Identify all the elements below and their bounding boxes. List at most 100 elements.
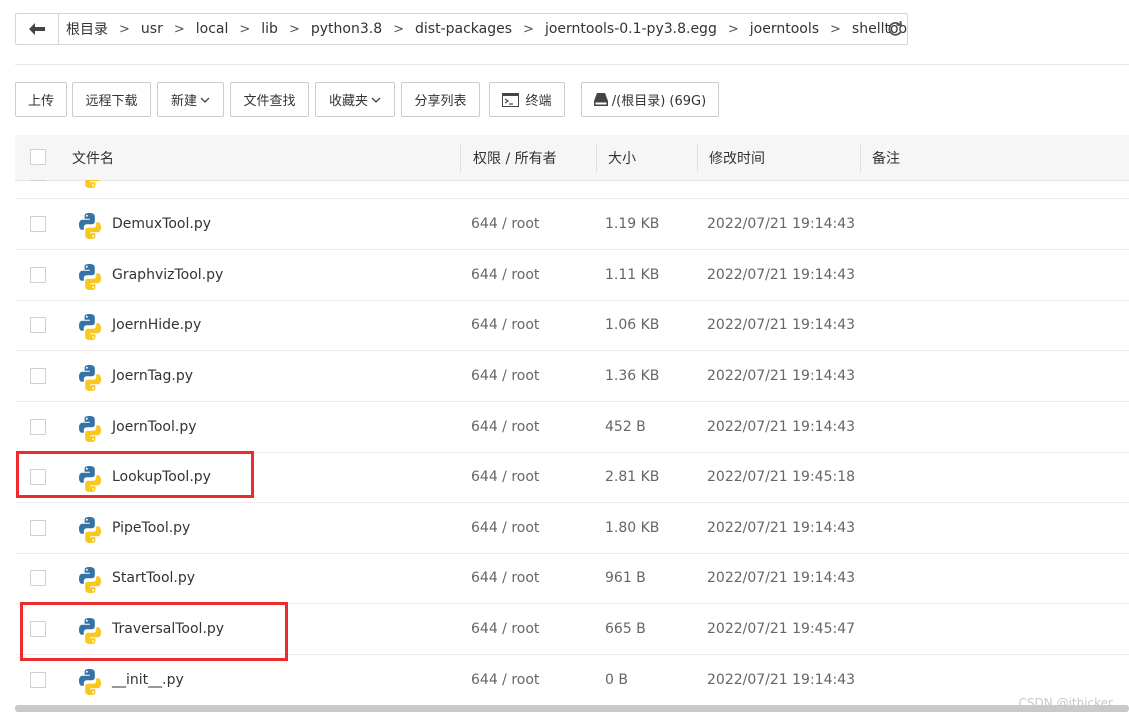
file-size: 1.80 KB	[605, 520, 660, 536]
column-header-name[interactable]: 文件名	[72, 135, 114, 180]
file-search-label: 文件查找	[243, 94, 296, 109]
file-name[interactable]: PipeTool.py	[112, 503, 190, 553]
row-checkbox[interactable]	[30, 216, 46, 232]
terminal-icon	[502, 92, 520, 107]
row-checkbox[interactable]	[30, 520, 46, 536]
row-checkbox[interactable]	[30, 469, 46, 485]
row-checkbox[interactable]	[30, 419, 46, 435]
breadcrumb-item-egg[interactable]: joerntools-0.1-py3.8.egg	[545, 21, 717, 37]
chevron-down-icon	[371, 97, 381, 103]
file-list: DemuxTool.py 644 / root 1.19 KB 2022/07/…	[15, 180, 1129, 705]
file-permission[interactable]: 644 / root	[471, 604, 539, 654]
breadcrumb-item-joerntools[interactable]: joerntools	[750, 21, 819, 37]
file-size: 961 B	[605, 570, 646, 586]
file-permission[interactable]: 644 / root	[471, 300, 539, 350]
file-permission[interactable]: 644 / root	[471, 250, 539, 300]
python-file-icon	[75, 616, 105, 646]
row-checkbox[interactable]	[30, 267, 46, 283]
disk-label: /(根目录) (69G)	[611, 94, 707, 109]
file-modified-time: 2022/07/21 19:14:43	[707, 317, 856, 333]
column-header-modified-time[interactable]: 修改时间	[709, 135, 765, 180]
breadcrumb-item-root[interactable]: 根目录	[66, 19, 108, 39]
breadcrumb-item-dist-packages[interactable]: dist-packages	[415, 21, 512, 37]
file-permission[interactable]: 644 / root	[471, 553, 539, 603]
horizontal-scrollbar[interactable]	[15, 705, 1129, 712]
chevron-right-icon: >	[393, 21, 405, 37]
file-name[interactable]: DemuxTool.py	[112, 199, 211, 249]
table-row[interactable]: JoernTool.py 644 / root 452 B 2022/07/21…	[15, 402, 1129, 453]
table-row[interactable]: JoernTag.py 644 / root 1.36 KB 2022/07/2…	[15, 351, 1129, 402]
favorites-button[interactable]: 收藏夹	[315, 82, 395, 117]
file-permission[interactable]: 644 / root	[471, 655, 539, 705]
file-name[interactable]: JoernHide.py	[112, 300, 201, 350]
table-row[interactable]: __init__.py 644 / root 0 B 2022/07/21 19…	[15, 655, 1129, 705]
chevron-right-icon: >	[830, 21, 841, 37]
breadcrumb-item-usr[interactable]: usr	[141, 21, 163, 37]
watermark: CSDN @ithicker	[1018, 696, 1113, 710]
breadcrumb-item-local[interactable]: local	[196, 21, 229, 37]
python-file-icon	[75, 363, 105, 393]
select-all-checkbox[interactable]	[30, 149, 46, 165]
upload-button[interactable]: 上传	[15, 82, 67, 117]
chevron-right-icon: >	[239, 21, 251, 37]
row-checkbox[interactable]	[30, 368, 46, 384]
file-name[interactable]: LookupTool.py	[112, 452, 211, 502]
file-name[interactable]: TraversalTool.py	[112, 604, 224, 654]
file-size: 452 B	[605, 419, 646, 435]
new-button[interactable]: 新建	[157, 82, 224, 117]
table-row[interactable]: TraversalTool.py 644 / root 665 B 2022/0…	[15, 604, 1129, 655]
table-row[interactable]: DemuxTool.py 644 / root 1.19 KB 2022/07/…	[15, 199, 1129, 250]
file-permission[interactable]: 644 / root	[471, 503, 539, 553]
file-name[interactable]: StartTool.py	[112, 553, 195, 603]
row-checkbox[interactable]	[30, 180, 46, 181]
file-name[interactable]: GraphvizTool.py	[112, 250, 223, 300]
python-file-icon	[75, 414, 105, 444]
column-divider[interactable]	[697, 144, 698, 172]
row-checkbox[interactable]	[30, 621, 46, 637]
share-list-button[interactable]: 分享列表	[401, 82, 480, 117]
terminal-button[interactable]: 终端	[489, 82, 565, 117]
table-row[interactable]	[15, 180, 1129, 199]
python-file-icon	[75, 464, 105, 494]
table-row[interactable]: StartTool.py 644 / root 961 B 2022/07/21…	[15, 553, 1129, 604]
chevron-right-icon: >	[173, 21, 185, 37]
refresh-icon[interactable]	[887, 20, 903, 38]
remote-download-button[interactable]: 远程下载	[72, 82, 151, 117]
file-permission[interactable]: 644 / root	[471, 199, 539, 249]
breadcrumb-item-python38[interactable]: python3.8	[311, 21, 382, 37]
column-divider[interactable]	[860, 144, 861, 172]
column-header-permission[interactable]: 权限 / 所有者	[473, 135, 557, 180]
row-checkbox[interactable]	[30, 570, 46, 586]
file-name[interactable]: JoernTool.py	[112, 402, 197, 452]
file-modified-time: 2022/07/21 19:14:43	[707, 672, 856, 688]
python-file-icon	[75, 667, 105, 697]
column-divider[interactable]	[460, 144, 461, 172]
terminal-label: 终端	[525, 94, 552, 109]
hard-drive-icon	[593, 93, 608, 106]
file-search-button[interactable]: 文件查找	[230, 82, 309, 117]
file-name[interactable]: JoernTag.py	[112, 351, 193, 401]
file-permission[interactable]: 644 / root	[471, 452, 539, 502]
file-size: 1.19 KB	[605, 216, 660, 232]
disk-button[interactable]: /(根目录) (69G)	[581, 82, 719, 117]
column-header-size[interactable]: 大小	[608, 135, 636, 180]
column-header-note[interactable]: 备注	[872, 135, 900, 180]
row-checkbox[interactable]	[30, 672, 46, 688]
remote-download-label: 远程下载	[85, 94, 138, 109]
back-button[interactable]	[16, 14, 59, 44]
table-row[interactable]: PipeTool.py 644 / root 1.80 KB 2022/07/2…	[15, 503, 1129, 554]
file-modified-time: 2022/07/21 19:14:43	[707, 570, 856, 586]
table-row[interactable]: GraphvizTool.py 644 / root 1.11 KB 2022/…	[15, 250, 1129, 301]
file-modified-time: 2022/07/21 19:45:18	[707, 469, 856, 485]
table-row[interactable]: JoernHide.py 644 / root 1.06 KB 2022/07/…	[15, 300, 1129, 351]
row-checkbox[interactable]	[30, 317, 46, 333]
new-label: 新建	[170, 94, 197, 109]
file-modified-time: 2022/07/21 19:14:43	[707, 419, 856, 435]
file-modified-time: 2022/07/21 19:14:43	[707, 520, 856, 536]
file-permission[interactable]: 644 / root	[471, 402, 539, 452]
column-divider[interactable]	[596, 144, 597, 172]
file-permission[interactable]: 644 / root	[471, 351, 539, 401]
file-name[interactable]: __init__.py	[112, 655, 184, 705]
table-row[interactable]: LookupTool.py 644 / root 2.81 KB 2022/07…	[15, 452, 1129, 503]
breadcrumb-item-lib[interactable]: lib	[261, 21, 278, 37]
